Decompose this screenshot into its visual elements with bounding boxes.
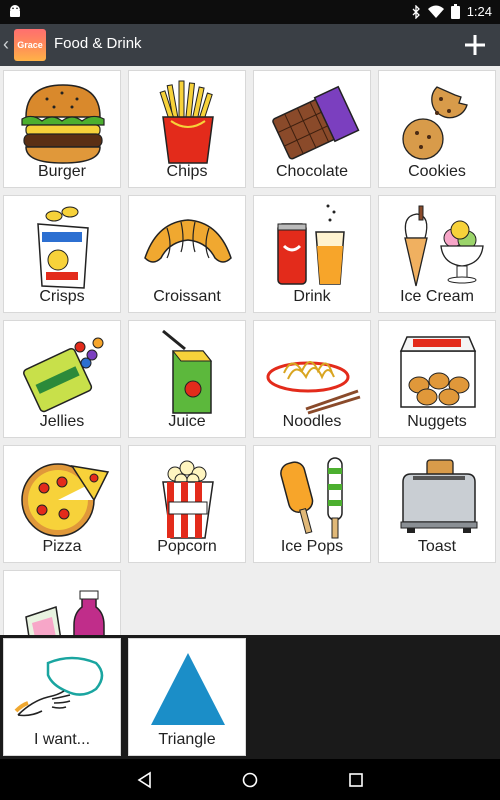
tile-label: Pizza	[42, 538, 82, 555]
chips-icon	[159, 80, 214, 164]
battery-icon	[450, 4, 460, 19]
tile-juice[interactable]: Juice	[128, 320, 246, 438]
tile-cookies[interactable]: Cookies	[378, 70, 496, 188]
cookies-icon	[402, 86, 468, 160]
burger-icon	[21, 84, 105, 164]
tile-label: Toast	[417, 538, 457, 555]
action-bar: ‹ Grace Food & Drink	[0, 24, 500, 66]
tile-label: Noodles	[282, 413, 342, 430]
pizza-icon	[21, 463, 110, 537]
tile-burger[interactable]: Burger	[3, 70, 121, 188]
reaching-hand-icon	[14, 656, 104, 717]
plus-icon[interactable]	[460, 30, 490, 60]
tile-jellies[interactable]: Jellies	[3, 320, 121, 438]
clock: 1:24	[466, 4, 492, 19]
tile-label: Burger	[37, 163, 87, 180]
tile-crisps[interactable]: Crisps	[3, 195, 121, 313]
profile-avatar[interactable]: Grace	[14, 29, 46, 61]
tile-label: Drink	[293, 288, 331, 305]
milk-drink-icon	[25, 590, 105, 635]
tile-label: Crisps	[39, 288, 85, 305]
page-title: Food & Drink	[54, 35, 142, 52]
wifi-icon	[427, 5, 444, 18]
tile-label: I want...	[33, 731, 91, 748]
ice-pops-icon	[280, 457, 343, 539]
juice-icon	[162, 329, 213, 414]
nuggets-icon	[399, 336, 477, 408]
tile-nuggets[interactable]: Nuggets	[378, 320, 496, 438]
tile-noodles[interactable]: Noodles	[253, 320, 371, 438]
tile-label: Popcorn	[157, 538, 217, 555]
tile-label: Chips	[166, 163, 208, 180]
tile-milkshake[interactable]	[3, 570, 121, 635]
tile-pizza[interactable]: Pizza	[3, 445, 121, 563]
symbol-grid: Burger Chips Chocolate Cookies Crisps Cr…	[0, 66, 500, 635]
tile-label: Cookies	[408, 163, 466, 180]
tile-croissant[interactable]: Croissant	[128, 195, 246, 313]
status-bar: 1:24	[0, 0, 500, 24]
bluetooth-icon	[412, 4, 420, 19]
android-notification-icon	[10, 5, 20, 17]
triangle-icon	[151, 653, 225, 725]
tile-label: Nuggets	[407, 413, 467, 430]
tile-chips[interactable]: Chips	[128, 70, 246, 188]
popcorn-icon	[162, 460, 214, 539]
noodles-icon	[266, 361, 361, 415]
jellies-icon	[23, 337, 104, 413]
home-circle-icon[interactable]	[240, 770, 260, 790]
tile-chocolate[interactable]: Chocolate	[253, 70, 371, 188]
sentence-strip: I want... Triangle	[0, 635, 500, 759]
recents-square-icon[interactable]	[346, 770, 366, 790]
tile-label: Croissant	[153, 288, 221, 305]
profile-name: Grace	[17, 40, 43, 50]
tile-drink[interactable]: Drink	[253, 195, 371, 313]
tile-popcorn[interactable]: Popcorn	[128, 445, 246, 563]
tile-label: Triangle	[158, 731, 216, 748]
tile-label: Ice Pops	[280, 538, 344, 555]
chocolate-icon	[272, 85, 360, 160]
ice-cream-icon	[404, 205, 484, 287]
sentence-tile-i-want[interactable]: I want...	[3, 638, 121, 756]
tile-label: Chocolate	[275, 163, 349, 180]
croissant-icon	[144, 219, 232, 263]
tile-label: Jellies	[39, 413, 85, 430]
drink-icon	[277, 204, 345, 285]
toaster-icon	[400, 459, 478, 533]
navigation-bar	[0, 759, 500, 800]
tile-toast[interactable]: Toast	[378, 445, 496, 563]
sentence-tile-triangle[interactable]: Triangle	[128, 638, 246, 756]
back-triangle-icon[interactable]	[135, 770, 155, 790]
tile-label: Ice Cream	[400, 288, 474, 305]
tile-ice-cream[interactable]: Ice Cream	[378, 195, 496, 313]
chevron-left-icon[interactable]: ‹	[3, 34, 13, 54]
tile-label: Juice	[168, 413, 206, 430]
tile-ice-pops[interactable]: Ice Pops	[253, 445, 371, 563]
crisps-icon	[37, 206, 89, 289]
